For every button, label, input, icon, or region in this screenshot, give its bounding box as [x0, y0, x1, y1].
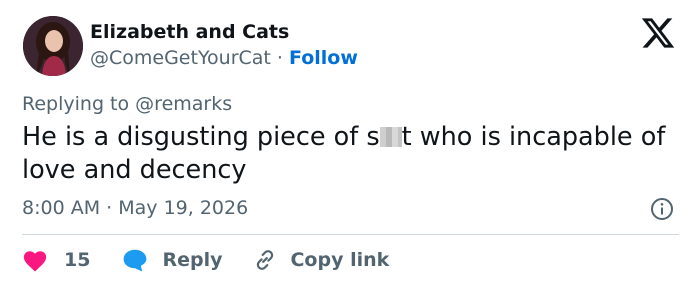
handle-separator: ·	[276, 47, 283, 69]
speech-bubble-icon	[124, 249, 147, 272]
tweet-date: May 19, 2026	[118, 197, 249, 219]
author-handle-row: @ComeGetYourCat · Follow	[90, 47, 358, 69]
divider	[22, 234, 679, 235]
reply-button[interactable]: Reply	[122, 248, 222, 272]
heart-icon	[23, 251, 47, 272]
author-name[interactable]: Elizabeth and Cats	[90, 21, 289, 43]
tweet-timestamp[interactable]: 8:00 AM · May 19, 2026	[22, 197, 248, 219]
tweet-time: 8:00 AM	[22, 197, 101, 219]
copy-link-label: Copy link	[290, 249, 390, 271]
tweet-text-start: He is a disgusting piece of s	[22, 122, 380, 152]
tweet-text: He is a disgusting piece of st who is in…	[22, 121, 682, 187]
replying-to: Replying to @remarks	[22, 93, 232, 115]
info-icon[interactable]	[650, 197, 674, 221]
like-count: 15	[64, 249, 91, 271]
embedded-tweet-card: Elizabeth and Cats @ComeGetYourCat · Fol…	[0, 0, 700, 287]
like-button[interactable]: 15	[22, 248, 90, 272]
link-icon	[257, 250, 274, 270]
copy-link-button[interactable]: Copy link	[252, 248, 389, 272]
avatar[interactable]	[23, 16, 83, 76]
follow-link[interactable]: Follow	[289, 47, 358, 69]
reply-label: Reply	[162, 249, 223, 271]
replying-prefix: Replying to	[22, 93, 130, 115]
replying-mention[interactable]: @remarks	[135, 93, 232, 115]
timestamp-separator: ·	[106, 197, 113, 219]
author-handle[interactable]: @ComeGetYourCat	[90, 47, 271, 69]
censor-block	[379, 127, 402, 147]
action-bar: 15 Reply Copy link	[22, 246, 389, 274]
x-logo-icon[interactable]	[640, 15, 676, 51]
